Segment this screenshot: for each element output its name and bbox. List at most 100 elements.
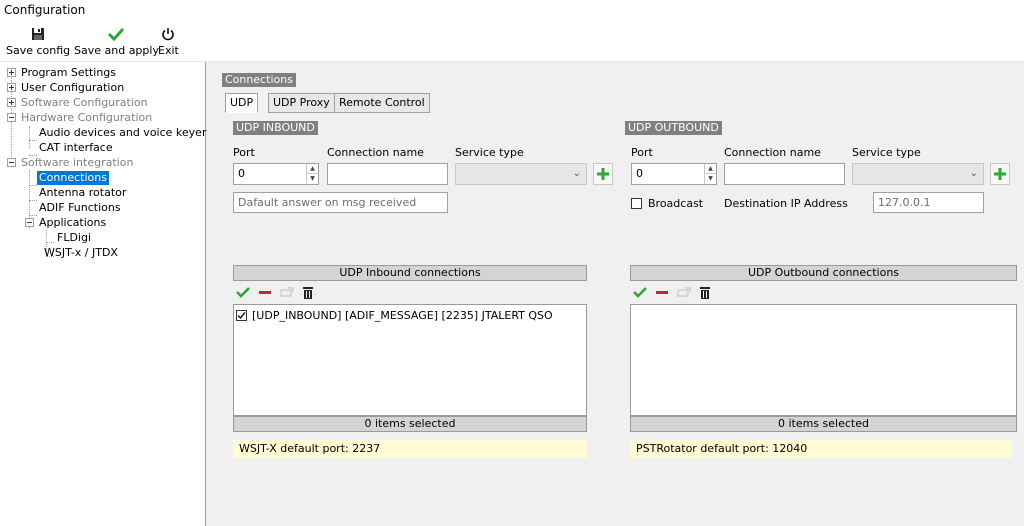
minus-icon[interactable] <box>258 286 272 298</box>
save-config-label: Save config <box>6 44 71 57</box>
checkmark-icon <box>108 26 125 42</box>
outbound-service-type-label: Service type <box>852 146 921 159</box>
outbound-connection-name-label: Connection name <box>724 146 821 159</box>
edit-icon[interactable] <box>280 286 294 298</box>
tree-item-program-settings[interactable]: Program Settings <box>0 66 200 80</box>
broadcast-label: Broadcast <box>648 197 704 210</box>
tab-udp-proxy[interactable]: UDP Proxy <box>268 93 335 113</box>
title-bar: Configuration <box>0 0 1024 22</box>
tree-item-wsjt[interactable]: WSJT-x / JTDX <box>0 246 200 260</box>
minus-icon[interactable] <box>655 286 669 298</box>
outbound-connections-list[interactable] <box>630 304 1017 416</box>
tree-item-label: Program Settings <box>21 66 117 79</box>
trash-icon[interactable] <box>302 286 314 300</box>
tree-item-cat-interface[interactable]: CAT interface <box>0 141 200 155</box>
inbound-list-toolbar <box>236 286 326 300</box>
broadcast-checkbox-row[interactable]: Broadcast <box>631 197 703 210</box>
power-icon <box>161 26 175 42</box>
tree-item-fldigi[interactable]: FLDigi <box>0 231 200 245</box>
broadcast-checkbox[interactable] <box>631 198 642 209</box>
tree-item-adif-functions[interactable]: ADIF Functions <box>0 201 200 215</box>
outbound-note: PSTRotator default port: 12040 <box>630 440 1012 458</box>
settings-tree: Program Settings User Configuration Soft… <box>0 62 206 526</box>
window-title: Configuration <box>4 3 86 17</box>
tree-item-user-configuration[interactable]: User Configuration <box>0 81 200 95</box>
outbound-list-footer: 0 items selected <box>630 416 1017 432</box>
save-and-apply-button[interactable]: Save and apply <box>74 26 159 57</box>
exit-button[interactable]: Exit <box>158 26 179 57</box>
spin-down-icon[interactable]: ▼ <box>705 174 716 184</box>
tab-udp[interactable]: UDP <box>225 93 259 113</box>
inbound-add-button[interactable] <box>593 163 613 185</box>
inbound-connection-name-input[interactable] <box>327 163 448 185</box>
tree-item-label: Antenna rotator <box>39 186 127 199</box>
save-config-button[interactable]: Save config <box>6 26 70 57</box>
inbound-service-type-label: Service type <box>455 146 524 159</box>
tree-item-label: User Configuration <box>21 81 125 94</box>
tree-item-label: WSJT-x / JTDX <box>44 246 118 259</box>
tree-item-label: Applications <box>39 216 107 229</box>
collapse-minus-icon[interactable] <box>7 158 16 167</box>
inbound-list-header: UDP Inbound connections <box>233 265 587 281</box>
checkmark-icon[interactable] <box>236 286 250 298</box>
outbound-add-button[interactable] <box>990 163 1010 185</box>
destination-ip-input[interactable]: 127.0.0.1 <box>873 192 984 213</box>
default-answer-input[interactable]: Dafault answer on msg received <box>233 192 448 213</box>
item-checkbox[interactable] <box>236 309 247 321</box>
connections-group-title: Connections <box>222 73 296 87</box>
inbound-port-label: Port <box>233 146 255 159</box>
inbound-connections-list[interactable]: [UDP_INBOUND] [ADIF_MESSAGE] [2235] JTAL… <box>233 304 587 416</box>
floppy-disk-icon <box>31 26 45 42</box>
exit-label: Exit <box>158 44 179 57</box>
plus-icon <box>597 168 609 180</box>
list-item[interactable]: [UDP_INBOUND] [ADIF_MESSAGE] [2235] JTAL… <box>236 308 553 322</box>
tab-remote-control[interactable]: Remote Control <box>334 93 430 113</box>
expand-plus-icon[interactable] <box>7 68 16 77</box>
spin-buttons[interactable]: ▲ ▼ <box>306 164 318 184</box>
tree-item-hardware-configuration[interactable]: Hardware Configuration <box>0 111 200 125</box>
inbound-connection-name-label: Connection name <box>327 146 424 159</box>
check-icon <box>237 311 246 319</box>
tree-item-label: FLDigi <box>57 231 92 244</box>
tree-item-label: ADIF Functions <box>39 201 121 214</box>
outbound-service-type-select[interactable]: ⌄ <box>852 163 984 185</box>
chevron-down-icon: ⌄ <box>572 168 581 179</box>
inbound-list-footer: 0 items selected <box>233 416 587 432</box>
expand-plus-icon[interactable] <box>7 83 16 92</box>
outbound-list-toolbar <box>633 286 723 300</box>
tree-item-label: Connections <box>37 171 109 185</box>
tree-item-software-configuration[interactable]: Software Configuration <box>0 96 200 110</box>
plus-icon <box>994 168 1006 180</box>
spin-down-icon[interactable]: ▼ <box>307 174 318 184</box>
spin-buttons[interactable]: ▲ ▼ <box>704 164 716 184</box>
tree-item-applications[interactable]: Applications <box>0 216 200 230</box>
tree-item-label: Hardware Configuration <box>21 111 153 124</box>
tree-item-label: Audio devices and voice keyer <box>39 126 207 139</box>
collapse-minus-icon[interactable] <box>7 113 16 122</box>
tree-item-label: CAT interface <box>39 141 113 154</box>
udp-outbound-header: UDP OUTBOUND <box>625 121 722 135</box>
save-and-apply-label: Save and apply <box>74 44 159 57</box>
udp-inbound-header: UDP INBOUND <box>233 121 318 135</box>
edit-icon[interactable] <box>677 286 691 298</box>
checkmark-icon[interactable] <box>633 286 647 298</box>
chevron-down-icon: ⌄ <box>969 168 978 179</box>
list-item-label: [UDP_INBOUND] [ADIF_MESSAGE] [2235] JTAL… <box>252 308 553 322</box>
trash-icon[interactable] <box>699 286 711 300</box>
outbound-connection-name-input[interactable] <box>724 163 845 185</box>
outbound-port-value: 0 <box>636 167 643 180</box>
inbound-port-spinbox[interactable]: 0 ▲ ▼ <box>233 163 319 185</box>
inbound-service-type-select[interactable]: ⌄ <box>455 163 587 185</box>
destination-ip-label: Destination IP Address <box>724 197 848 210</box>
tree-item-software-integration[interactable]: Software integration <box>0 156 200 170</box>
expand-plus-icon[interactable] <box>7 98 16 107</box>
tree-item-antenna-rotator[interactable]: Antenna rotator <box>0 186 200 200</box>
outbound-list-header: UDP Outbound connections <box>630 265 1017 281</box>
tree-item-connections[interactable]: Connections <box>0 171 200 185</box>
tree-item-label: Software Configuration <box>21 96 148 109</box>
outbound-port-spinbox[interactable]: 0 ▲ ▼ <box>631 163 717 185</box>
inbound-port-value: 0 <box>238 167 245 180</box>
collapse-minus-icon[interactable] <box>25 218 34 227</box>
outbound-port-label: Port <box>631 146 653 159</box>
tree-item-audio-devices[interactable]: Audio devices and voice keyer <box>0 126 206 140</box>
